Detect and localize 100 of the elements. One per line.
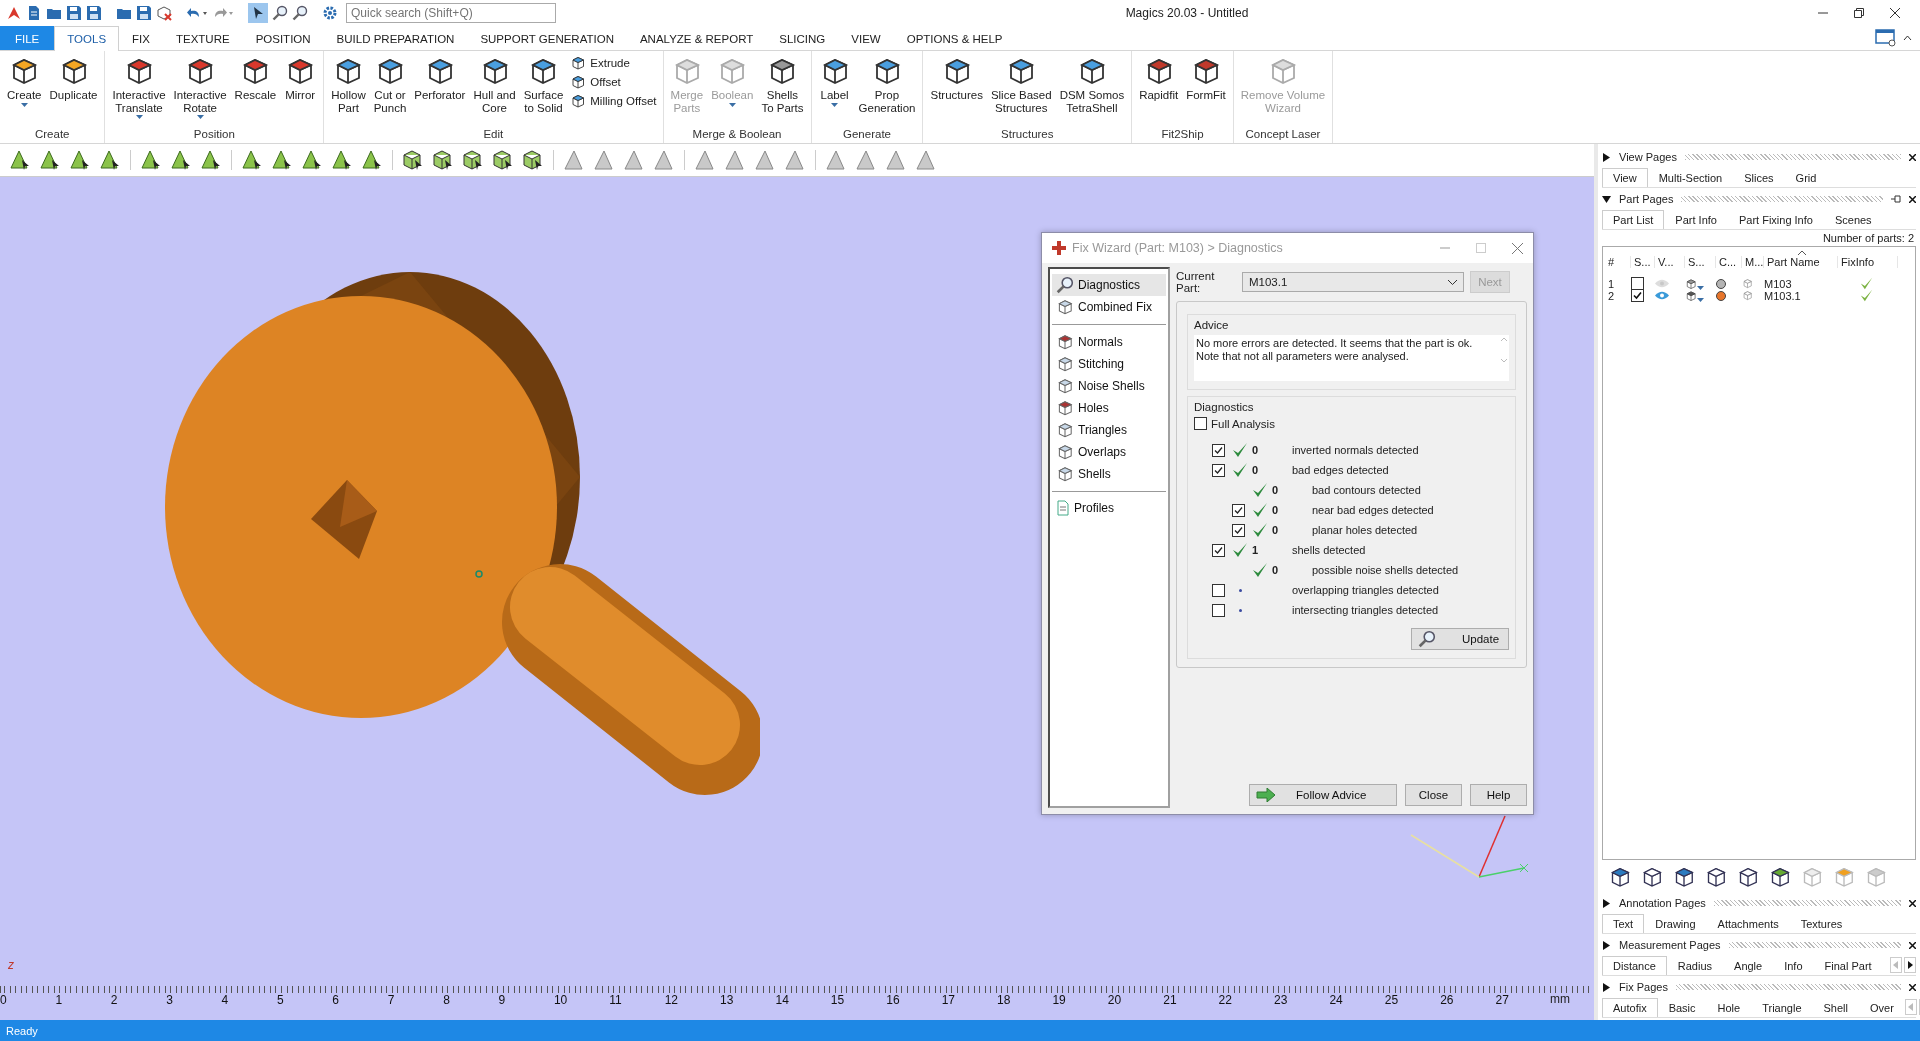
triangle-icon[interactable] xyxy=(592,148,616,172)
panel-tab[interactable]: Triangle xyxy=(1751,998,1813,1017)
nav-item[interactable]: Triangles xyxy=(1052,419,1166,441)
panel-tab[interactable]: View xyxy=(1602,168,1648,187)
panel-tab[interactable]: Attachments xyxy=(1706,914,1790,933)
close-icon[interactable] xyxy=(1909,195,1916,203)
menu-tab[interactable]: OPTIONS & HELP xyxy=(893,26,1016,50)
checkbox[interactable] xyxy=(1232,503,1245,517)
eye-icon[interactable] xyxy=(1655,291,1669,300)
ribbon-button[interactable]: Interactive Translate xyxy=(109,53,169,123)
panel-tab[interactable]: Hole xyxy=(1706,998,1752,1017)
menu-tab[interactable]: POSITION xyxy=(242,26,324,50)
ribbon-button[interactable]: DSM Somos TetraShell xyxy=(1056,53,1128,116)
save-icon[interactable] xyxy=(66,5,82,21)
panel-tab[interactable]: Text xyxy=(1602,914,1645,933)
document-icon[interactable] xyxy=(26,5,42,21)
ribbon-button[interactable]: Cut or Punch xyxy=(370,53,410,116)
panel-tab[interactable]: Part List xyxy=(1602,210,1665,229)
ribbon-button[interactable]: Create xyxy=(4,53,45,111)
cube-delete-icon[interactable] xyxy=(156,5,172,21)
color-dot[interactable] xyxy=(1716,290,1726,301)
ribbon-button[interactable]: Milling Offset xyxy=(568,93,659,109)
ribbon-button[interactable]: Extrude xyxy=(568,55,659,71)
menu-tab[interactable]: SLICING xyxy=(766,26,839,50)
ribbon-button[interactable]: Surface to Solid xyxy=(520,53,567,116)
ribbon-button[interactable]: Interactive Rotate xyxy=(170,53,230,123)
ribbon-button[interactable]: FormFit xyxy=(1183,53,1229,104)
ribbon-button[interactable]: Mirror xyxy=(281,53,320,104)
column-header[interactable]: S... xyxy=(1685,256,1716,268)
close-icon[interactable] xyxy=(1890,8,1900,18)
expander-icon[interactable] xyxy=(1602,152,1611,162)
update-button[interactable]: Update xyxy=(1411,628,1509,650)
checkbox[interactable] xyxy=(1232,523,1245,537)
expander-icon[interactable] xyxy=(1602,898,1611,908)
menu-tab[interactable]: TEXTURE xyxy=(162,26,243,50)
panel-tab[interactable]: Final Part xyxy=(1813,956,1883,975)
close-icon[interactable] xyxy=(1909,899,1916,907)
expander-icon[interactable] xyxy=(1602,982,1611,992)
menu-tab[interactable]: TOOLS xyxy=(54,26,120,51)
ribbon-button[interactable]: Prop Generation xyxy=(855,53,919,116)
checkbox[interactable] xyxy=(1631,289,1644,302)
triangle-icon[interactable] xyxy=(652,148,676,172)
panel-tab[interactable]: Drawing xyxy=(1644,914,1707,933)
checkbox[interactable] xyxy=(1212,463,1225,477)
column-header[interactable]: # xyxy=(1605,256,1631,268)
panel-tab[interactable]: Slices xyxy=(1733,168,1785,187)
nav-item[interactable]: Profiles xyxy=(1052,498,1166,518)
scroll-right-icon[interactable] xyxy=(1904,956,1916,973)
panel-tab[interactable]: Grid xyxy=(1784,168,1828,187)
panel-tab[interactable]: Textures xyxy=(1789,914,1854,933)
ribbon-button[interactable]: Hull and Core xyxy=(470,53,519,116)
triangle-icon[interactable] xyxy=(723,148,747,172)
panel-tab[interactable]: Autofix xyxy=(1602,998,1658,1017)
close-icon[interactable] xyxy=(1909,983,1916,991)
ribbon-button[interactable]: Rapidfit xyxy=(1136,53,1182,104)
column-header[interactable]: V... xyxy=(1655,256,1685,268)
triangle-icon[interactable] xyxy=(884,148,908,172)
menu-tab[interactable]: VIEW xyxy=(838,26,894,50)
gear-icon[interactable] xyxy=(322,5,338,21)
ribbon-button[interactable]: Slice Based Structures xyxy=(987,53,1055,116)
checkbox[interactable] xyxy=(1212,583,1225,597)
restore-icon[interactable] xyxy=(1854,8,1864,18)
ribbon-button[interactable]: Perforator xyxy=(411,53,469,104)
ribbon-button[interactable]: Offset xyxy=(568,74,659,90)
panel-tab[interactable]: Angle xyxy=(1723,956,1774,975)
triangle-icon[interactable] xyxy=(622,148,646,172)
column-header[interactable]: C... xyxy=(1716,256,1742,268)
panel-tab[interactable]: Scenes xyxy=(1823,210,1883,229)
nav-item[interactable]: Noise Shells xyxy=(1052,375,1166,397)
ribbon-button[interactable]: Rescale xyxy=(231,53,280,104)
checkbox[interactable] xyxy=(1194,417,1207,430)
triangle-icon[interactable] xyxy=(824,148,848,172)
close-icon[interactable] xyxy=(1909,941,1916,949)
menu-tab[interactable]: ANALYZE & REPORT xyxy=(626,26,767,50)
checkbox[interactable] xyxy=(1212,603,1225,617)
checkbox[interactable] xyxy=(1212,543,1225,557)
nav-item[interactable]: Stitching xyxy=(1052,353,1166,375)
menu-tab[interactable]: SUPPORT GENERATION xyxy=(467,26,627,50)
panel-tab[interactable]: Multi-Section xyxy=(1647,168,1734,187)
close-icon[interactable] xyxy=(1909,153,1916,161)
collapse-icon[interactable] xyxy=(1903,35,1912,41)
checkbox[interactable] xyxy=(1212,443,1225,457)
close-button[interactable]: Close xyxy=(1405,784,1462,806)
panel-tab[interactable]: Shell xyxy=(1812,998,1859,1017)
panel-tab[interactable]: Info xyxy=(1773,956,1814,975)
nav-item[interactable]: Holes xyxy=(1052,397,1166,419)
save-icon[interactable] xyxy=(86,5,102,21)
panel-tab[interactable]: Distance xyxy=(1602,956,1667,975)
column-header[interactable]: Part Name xyxy=(1764,256,1838,268)
menu-tab[interactable]: FILE xyxy=(0,26,55,50)
expander-icon[interactable] xyxy=(1602,194,1611,204)
pin-icon[interactable] xyxy=(1891,195,1901,203)
panel-tab[interactable]: Part Fixing Info xyxy=(1727,210,1824,229)
panel-tab[interactable]: Part Info xyxy=(1664,210,1728,229)
column-header[interactable]: M... xyxy=(1742,256,1764,268)
triangle-icon[interactable] xyxy=(914,148,938,172)
ribbon-button[interactable]: Duplicate xyxy=(46,53,101,104)
nav-item[interactable]: Shells xyxy=(1052,463,1166,485)
column-header[interactable]: FixInfo xyxy=(1838,256,1898,268)
ribbon-button[interactable]: Label xyxy=(815,53,854,111)
